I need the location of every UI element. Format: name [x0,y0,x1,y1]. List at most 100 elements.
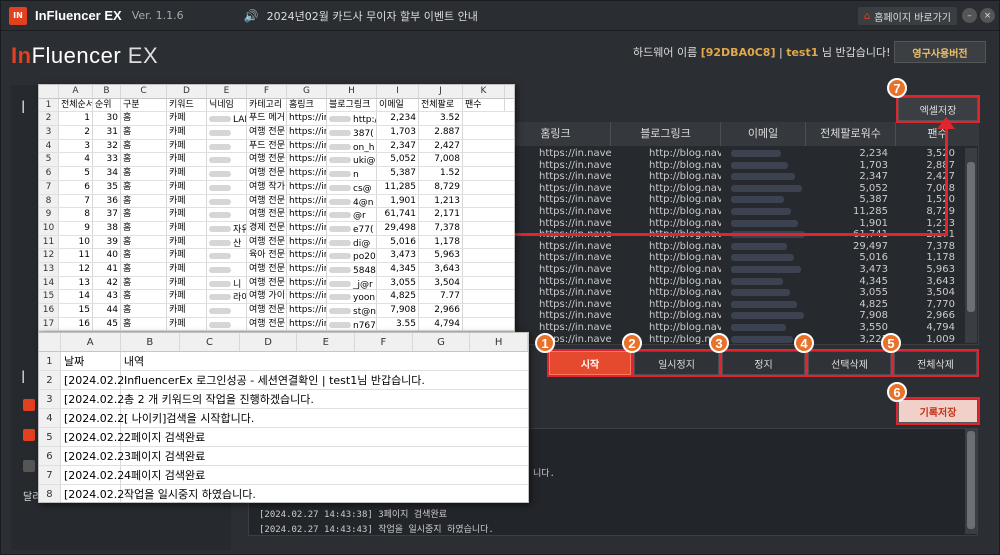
excel-cell[interactable]: https://in [287,112,327,126]
table-row[interactable]: https://in.naver.co...http://blog.naver.… [501,252,963,264]
excel-cell[interactable]: 여행 전문 [247,262,287,276]
excel-cell[interactable]: cs@ [327,180,377,194]
pause-button[interactable]: 일시정지 [632,349,721,377]
excel-cell-detail[interactable]: 3페이지 검색완료 [121,447,528,465]
minimize-button[interactable]: – [962,8,977,23]
excel-cell[interactable]: 3,473 [377,249,419,262]
table-row[interactable]: https://in.naver.co...http://blog.naver.… [501,310,963,322]
excel-cell[interactable]: 카페 [167,221,207,235]
row-number[interactable]: 15 [39,290,59,303]
excel-cell[interactable]: n [327,167,377,180]
excel-cell[interactable]: 여행 전문 [247,194,287,208]
excel-cell[interactable]: 여행 전문 [247,276,287,290]
excel-cell-date[interactable]: [2024.02.2 [61,485,124,502]
excel-cell[interactable]: 홈 [121,235,167,249]
row-number[interactable]: 2 [39,371,61,389]
excel-cell[interactable]: 여행 전문 [247,235,287,249]
excel-cell[interactable]: 홈 [121,290,167,303]
excel-cell[interactable]: https://in [287,194,327,208]
checkbox-3[interactable] [23,460,35,472]
excel-cell[interactable]: 카페 [167,249,207,262]
col-followers[interactable]: 전체팔로워수 [806,122,896,146]
excel-cell[interactable]: 9 [59,221,93,235]
row-number[interactable]: 1 [39,352,61,370]
col-letter[interactable]: B [93,85,121,98]
excel-cell[interactable]: 5,387 [377,167,419,180]
excel-cell[interactable] [207,208,247,221]
excel-cell[interactable]: 29,498 [377,221,419,235]
excel-cell[interactable]: 홈 [121,153,167,167]
excel-cell[interactable]: 홈 [121,167,167,180]
row-number[interactable]: 14 [39,276,59,290]
excel-cell-date[interactable]: [2024.02.2 [61,371,124,389]
excel-cell[interactable]: 12 [59,262,93,276]
excel-cell[interactable]: 5 [59,167,93,180]
table-row[interactable]: https://in.naver.co...http://blog.naver.… [501,183,963,195]
excel-header-cell[interactable]: 순위 [93,98,121,112]
col-letter[interactable]: A [59,85,93,98]
row-number[interactable]: 6 [39,167,59,180]
excel-cell[interactable]: 4 [59,153,93,167]
excel-cell[interactable]: 카페 [167,180,207,194]
excel-cell[interactable]: 43 [93,290,121,303]
excel-cell[interactable]: 7,908 [377,304,419,317]
excel-cell-detail[interactable]: InfluencerEx 로그인성공 - 세션연결확인 | test1님 반갑습… [121,371,528,389]
excel-cell[interactable]: _j@r [327,276,377,290]
excel-header-cell[interactable]: 구분 [121,98,167,112]
excel-cell[interactable]: 4@n [327,194,377,208]
row-number[interactable]: 4 [39,139,59,153]
excel-cell[interactable]: 15 [59,304,93,317]
excel-cell[interactable]: 7,008 [419,153,463,167]
excel-cell[interactable]: di@ [327,235,377,249]
excel-cell[interactable]: 카페 [167,290,207,303]
stop-button[interactable]: 정지 [720,349,807,377]
col-letter[interactable]: E [297,333,356,351]
excel-cell[interactable]: https://in [287,221,327,235]
excel-cell[interactable]: 36 [93,194,121,208]
row-number[interactable]: 5 [39,428,61,446]
checkbox-2[interactable] [23,429,35,441]
excel-cell-date[interactable]: [2024.02.2 [61,447,124,465]
excel-cell[interactable]: 홈 [121,126,167,139]
table-row[interactable]: https://in.naver.co...http://blog.naver.… [501,264,963,276]
excel-cell[interactable]: https://in [287,208,327,221]
excel-cell[interactable]: 홈 [121,262,167,276]
excel-cell[interactable]: 33 [93,153,121,167]
col-letter[interactable]: C [121,85,167,98]
excel-cell[interactable]: 5848 [327,262,377,276]
excel-cell[interactable]: 카페 [167,208,207,221]
row-number[interactable]: 3 [39,390,61,408]
col-letter[interactable]: I [377,85,419,98]
excel-cell[interactable]: https://in [287,139,327,153]
result-scroll-thumb[interactable] [967,162,975,312]
excel-cell[interactable]: 카페 [167,235,207,249]
excel-cell[interactable]: 45 [93,317,121,331]
excel-cell-detail[interactable]: 작업을 일시중지 하였습니다. [121,485,528,502]
notice-link[interactable]: 2024년02월 카드사 무이자 할부 이벤트 안내 [267,8,478,24]
col-letter[interactable]: H [470,333,528,351]
excel-cell[interactable] [207,249,247,262]
excel-cell[interactable]: 카페 [167,194,207,208]
col-letter[interactable]: D [167,85,207,98]
excel-cell[interactable]: 8 [59,208,93,221]
table-row[interactable]: https://in.naver.co...http://blog.naver.… [501,241,963,253]
excel-cell[interactable]: https://in [287,276,327,290]
excel-cell[interactable]: 32 [93,139,121,153]
log-scroll-thumb[interactable] [967,431,975,529]
excel-cell[interactable]: 2,427 [419,139,463,153]
col-letter[interactable]: F [247,85,287,98]
excel-cell[interactable]: 1,178 [419,235,463,249]
table-row[interactable]: https://in.naver.co...http://blog.naver.… [501,322,963,334]
excel-cell[interactable]: 11,285 [377,180,419,194]
row-number[interactable]: 5 [39,153,59,167]
excel-cell-date[interactable]: [2024.02.2 [61,390,124,408]
excel-cell[interactable]: 5,963 [419,249,463,262]
homepage-button[interactable]: ⌂ 홈페이지 바로가기 [857,7,957,25]
excel-header-cell[interactable]: 카테고리 [247,98,287,112]
excel-cell[interactable]: 홈 [121,194,167,208]
excel-cell[interactable]: 2 [59,126,93,139]
excel-cell-date[interactable]: [2024.02.2 [61,466,124,484]
excel-cell[interactable]: 카페 [167,262,207,276]
excel-cell[interactable] [207,153,247,167]
excel-cell[interactable]: 5,052 [377,153,419,167]
